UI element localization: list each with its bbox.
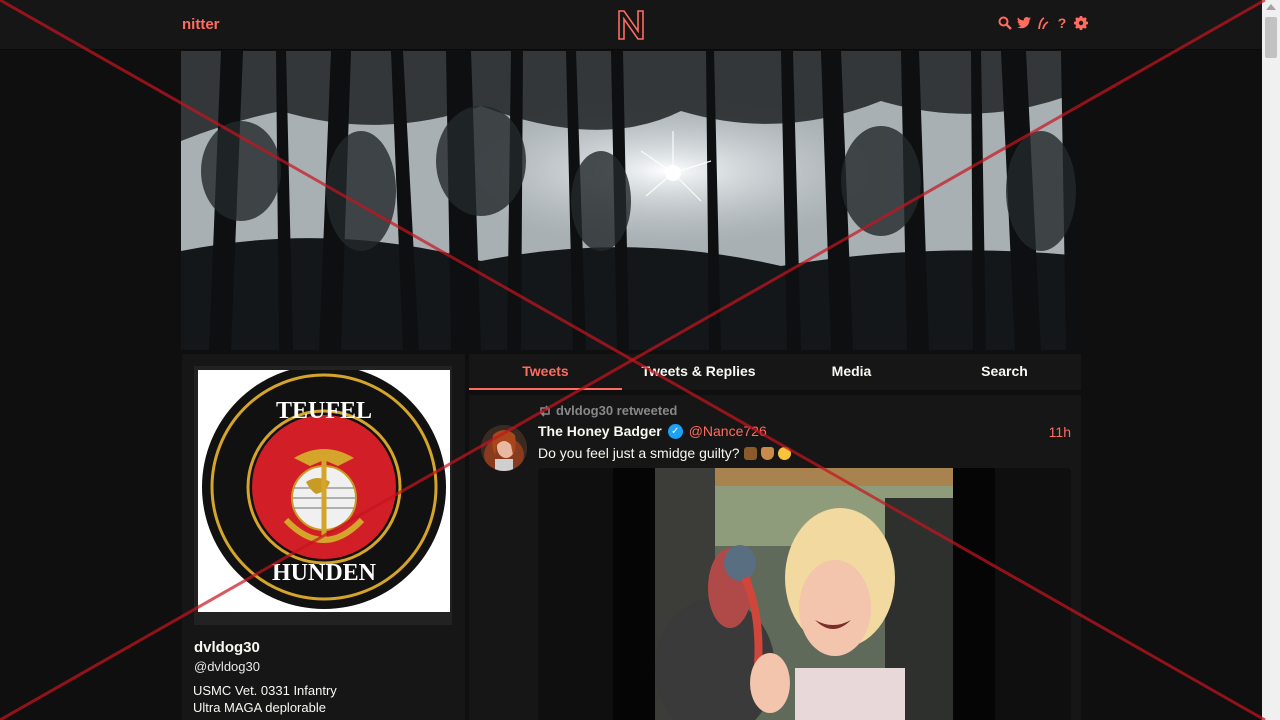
profile-fullname[interactable]: dvldog30 — [194, 639, 260, 656]
help-icon[interactable]: ? — [1055, 15, 1069, 31]
timeline-tabs: Tweets Tweets & Replies Media Search — [469, 354, 1081, 390]
retweet-label[interactable]: dvldog30 retweeted — [556, 403, 677, 418]
tweet-photo[interactable] — [655, 468, 953, 720]
tweet-avatar[interactable] — [481, 425, 527, 471]
nav-icons: ? — [998, 15, 1088, 31]
tweet-date[interactable]: 11h — [1049, 424, 1071, 440]
verified-badge-icon: ✓ — [667, 423, 683, 439]
tab-media[interactable]: Media — [775, 354, 928, 390]
tab-tweets-replies[interactable]: Tweets & Replies — [622, 354, 775, 390]
avatar-text-bottom: HUNDEN — [272, 560, 377, 586]
bio-line: USMC Vet. 0331 Infantry — [193, 683, 337, 698]
page-scrollbar[interactable] — [1262, 0, 1280, 720]
tab-search[interactable]: Search — [928, 354, 1081, 390]
bio-line: Ultra MAGA deplorable — [193, 700, 326, 715]
tweet-content: Do you feel just a smidge guilty? — [538, 445, 791, 461]
profile-card: TEUFEL HUNDEN dvldog30 @dvldog30 USMC Ve… — [182, 354, 465, 720]
profile-banner[interactable] — [181, 51, 1081, 350]
turkey-emoji-icon — [743, 446, 757, 460]
usmc-emblem-icon: TEUFEL HUNDEN — [198, 370, 450, 612]
top-navbar: nitter ? — [0, 0, 1262, 50]
tab-tweets[interactable]: Tweets — [469, 354, 622, 390]
retweet-header: dvldog30 retweeted — [538, 403, 677, 418]
tweet-fullname[interactable]: The Honey Badger — [538, 423, 662, 439]
timeline: dvldog30 retweeted The Honey Badger ✓ @N… — [469, 395, 1081, 720]
profile-username[interactable]: @dvldog30 — [194, 659, 260, 674]
avatar[interactable]: TEUFEL HUNDEN — [198, 370, 450, 612]
scroll-up-arrow-icon[interactable] — [1266, 4, 1276, 10]
rss-icon[interactable] — [1036, 15, 1050, 31]
forest-banner-image — [181, 51, 1081, 350]
scrollbar-thumb[interactable] — [1265, 17, 1277, 58]
nitter-home-link[interactable]: nitter — [182, 16, 220, 33]
heart-emoji-icon — [760, 446, 774, 460]
nitter-logo-icon[interactable] — [617, 9, 645, 41]
grin-emoji-icon — [777, 446, 791, 460]
tweet-header: The Honey Badger ✓ @Nance726 — [538, 423, 767, 439]
retweet-icon — [540, 404, 550, 417]
settings-icon[interactable] — [1074, 15, 1088, 31]
child-and-turkey-photo — [655, 468, 953, 720]
search-icon[interactable] — [998, 15, 1012, 31]
profile-bio: USMC Vet. 0331 Infantry Ultra MAGA deplo… — [193, 682, 337, 716]
tweet-username[interactable]: @Nance726 — [689, 423, 767, 439]
twitter-bird-icon[interactable] — [1017, 15, 1031, 31]
tweet-text: Do you feel just a smidge guilty? — [538, 445, 740, 461]
user-photo-icon — [481, 425, 527, 471]
avatar-text-top: TEUFEL — [276, 398, 372, 424]
tweet-media[interactable] — [538, 468, 1071, 720]
